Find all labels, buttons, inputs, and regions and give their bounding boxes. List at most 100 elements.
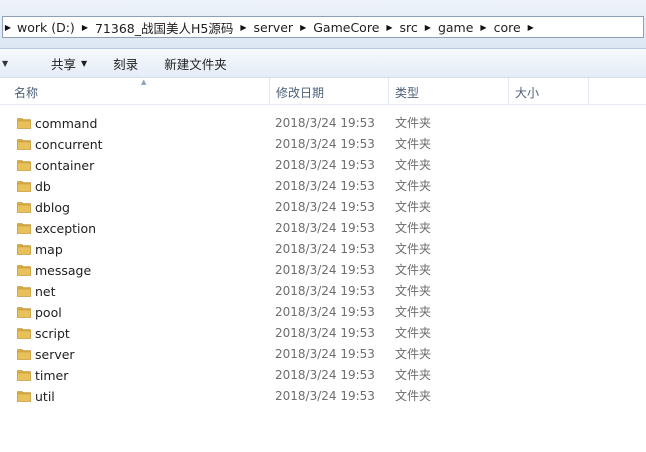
file-type: 文件夹 [395, 200, 432, 214]
file-type: 文件夹 [395, 158, 432, 172]
file-modified-date: 2018/3/24 19:53 [275, 368, 375, 382]
breadcrumb-item[interactable]: server [250, 20, 298, 35]
file-type: 文件夹 [395, 305, 432, 319]
file-name[interactable]: dblog [35, 197, 70, 218]
file-row[interactable]: timer 2018/3/24 19:53 文件夹 [0, 365, 646, 386]
folder-icon [17, 264, 31, 276]
folder-icon [17, 327, 31, 339]
file-type: 文件夹 [395, 326, 432, 340]
file-modified-date: 2018/3/24 19:53 [275, 158, 375, 172]
folder-icon [17, 180, 31, 192]
new-folder-label: 新建文件夹 [164, 56, 227, 72]
file-row[interactable]: map 2018/3/24 19:53 文件夹 [0, 239, 646, 260]
breadcrumb-item[interactable]: 71368_战国美人H5源码 [91, 18, 237, 37]
file-type: 文件夹 [395, 284, 432, 298]
burn-button[interactable]: 刻录 [100, 54, 151, 73]
file-modified-date: 2018/3/24 19:53 [275, 179, 375, 193]
folder-icon [17, 369, 31, 381]
file-row[interactable]: dblog 2018/3/24 19:53 文件夹 [0, 197, 646, 218]
chevron-right-icon[interactable]: ▶ [3, 23, 13, 32]
file-modified-date: 2018/3/24 19:53 [275, 116, 375, 130]
folder-icon [17, 159, 31, 171]
breadcrumb-item[interactable]: GameCore [309, 20, 383, 35]
new-folder-button[interactable]: 新建文件夹 [151, 54, 240, 73]
folder-icon [17, 201, 31, 213]
file-modified-date: 2018/3/24 19:53 [275, 305, 375, 319]
breadcrumb-item[interactable]: work (D:) [13, 20, 79, 35]
breadcrumb-item[interactable]: core [490, 20, 525, 35]
chevron-right-icon[interactable]: ▶ [477, 23, 489, 32]
breadcrumb-item[interactable]: src [396, 20, 422, 35]
sort-ascending-icon: ▲ [141, 78, 147, 86]
file-name[interactable]: concurrent [35, 134, 103, 155]
breadcrumb-item[interactable]: game [434, 20, 477, 35]
file-row[interactable]: util 2018/3/24 19:53 文件夹 [0, 386, 646, 407]
chevron-right-icon[interactable]: ▶ [79, 23, 91, 32]
file-type: 文件夹 [395, 368, 432, 382]
folder-icon [17, 138, 31, 150]
chevron-right-icon[interactable]: ▶ [297, 23, 309, 32]
file-modified-date: 2018/3/24 19:53 [275, 221, 375, 235]
chevron-right-icon[interactable]: ▶ [237, 23, 249, 32]
column-header-type-label: 类型 [395, 86, 420, 100]
file-type: 文件夹 [395, 179, 432, 193]
column-header-modified-label: 修改日期 [276, 86, 325, 100]
file-name[interactable]: map [35, 239, 63, 260]
address-bar[interactable]: ▶ work (D:) ▶ 71368_战国美人H5源码 ▶ server ▶ GameCo… [2, 16, 644, 38]
file-modified-date: 2018/3/24 19:53 [275, 347, 375, 361]
folder-icon [17, 222, 31, 234]
folder-icon [17, 117, 31, 129]
column-headers: 名称 ▲ 修改日期 类型 大小 [0, 78, 646, 105]
column-header-size-label: 大小 [515, 86, 540, 100]
file-type: 文件夹 [395, 347, 432, 361]
file-row[interactable]: pool 2018/3/24 19:53 文件夹 [0, 302, 646, 323]
folder-icon [17, 306, 31, 318]
file-name[interactable]: server [35, 344, 75, 365]
column-header-modified[interactable]: 修改日期 [270, 78, 389, 104]
file-list: command 2018/3/24 19:53 文件夹 concurrent 2018/… [0, 113, 646, 407]
folder-icon [17, 390, 31, 402]
file-row[interactable]: exception 2018/3/24 19:53 文件夹 [0, 218, 646, 239]
file-row[interactable]: server 2018/3/24 19:53 文件夹 [0, 344, 646, 365]
file-name[interactable]: script [35, 323, 70, 344]
file-modified-date: 2018/3/24 19:53 [275, 284, 375, 298]
file-name[interactable]: timer [35, 365, 68, 386]
file-name[interactable]: container [35, 155, 94, 176]
file-row[interactable]: db 2018/3/24 19:53 文件夹 [0, 176, 646, 197]
file-name[interactable]: db [35, 176, 51, 197]
file-row[interactable]: script 2018/3/24 19:53 文件夹 [0, 323, 646, 344]
burn-label: 刻录 [113, 56, 139, 72]
column-header-name[interactable]: 名称 ▲ [8, 78, 270, 104]
file-type: 文件夹 [395, 263, 432, 277]
file-type: 文件夹 [395, 242, 432, 256]
share-button[interactable]: 共享 ▼ [38, 54, 100, 73]
file-name[interactable]: util [35, 386, 55, 407]
folder-icon [17, 243, 31, 255]
folder-icon [17, 348, 31, 360]
file-modified-date: 2018/3/24 19:53 [275, 326, 375, 340]
column-header-type[interactable]: 类型 [389, 78, 509, 104]
column-header-size[interactable]: 大小 [509, 78, 589, 104]
caret-down-icon: ▼ [81, 58, 88, 68]
file-name[interactable]: pool [35, 302, 62, 323]
file-name[interactable]: message [35, 260, 91, 281]
file-name[interactable]: command [35, 113, 97, 134]
file-type: 文件夹 [395, 116, 432, 130]
file-row[interactable]: command 2018/3/24 19:53 文件夹 [0, 113, 646, 134]
file-row[interactable]: message 2018/3/24 19:53 文件夹 [0, 260, 646, 281]
file-name[interactable]: exception [35, 218, 96, 239]
organize-caret-icon[interactable]: ▼ [0, 59, 14, 68]
chevron-right-icon[interactable]: ▶ [422, 23, 434, 32]
file-type: 文件夹 [395, 137, 432, 151]
address-bar-region: ▶ work (D:) ▶ 71368_战国美人H5源码 ▶ server ▶ GameCo… [0, 0, 646, 49]
file-row[interactable]: concurrent 2018/3/24 19:53 文件夹 [0, 134, 646, 155]
file-name[interactable]: net [35, 281, 56, 302]
chevron-right-icon[interactable]: ▶ [383, 23, 395, 32]
file-row[interactable]: container 2018/3/24 19:53 文件夹 [0, 155, 646, 176]
file-row[interactable]: net 2018/3/24 19:53 文件夹 [0, 281, 646, 302]
column-header-name-label: 名称 [14, 86, 39, 100]
file-modified-date: 2018/3/24 19:53 [275, 137, 375, 151]
file-type: 文件夹 [395, 389, 432, 403]
command-toolbar: ▼ 共享 ▼ 刻录 新建文件夹 [0, 49, 646, 78]
chevron-right-icon[interactable]: ▶ [525, 23, 537, 32]
